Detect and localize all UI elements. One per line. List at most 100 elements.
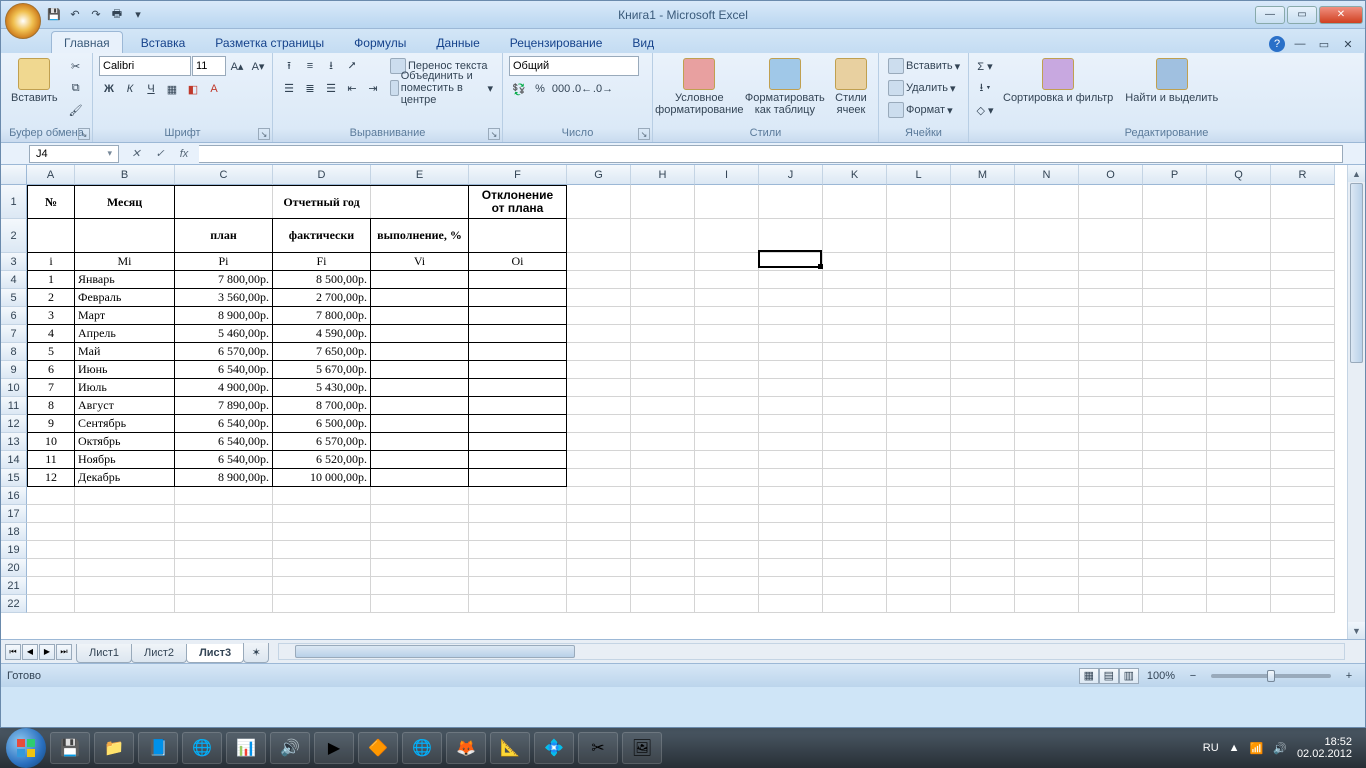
- cell[interactable]: [175, 595, 273, 613]
- cancel-formula-icon[interactable]: ✕: [127, 146, 145, 162]
- scroll-thumb[interactable]: [1350, 183, 1363, 363]
- conditional-formatting-button[interactable]: Условное форматирование: [659, 56, 740, 118]
- row-header[interactable]: 9: [1, 361, 27, 379]
- cell[interactable]: [567, 289, 631, 307]
- cell[interactable]: план: [175, 219, 273, 253]
- sheet-prev-icon[interactable]: ◀: [22, 644, 38, 660]
- cell[interactable]: [1143, 487, 1207, 505]
- insert-cells-button[interactable]: Вставить ▾: [885, 56, 963, 76]
- cell[interactable]: [887, 451, 951, 469]
- cell[interactable]: i: [27, 253, 75, 271]
- cell[interactable]: [175, 577, 273, 595]
- cell[interactable]: [27, 487, 75, 505]
- cell[interactable]: [469, 379, 567, 397]
- row-header[interactable]: 7: [1, 325, 27, 343]
- cell[interactable]: Oi: [469, 253, 567, 271]
- start-button[interactable]: [6, 728, 46, 768]
- cell[interactable]: 12: [27, 469, 75, 487]
- cell[interactable]: 7 890,00р.: [175, 397, 273, 415]
- row-header[interactable]: 6: [1, 307, 27, 325]
- cell[interactable]: [1207, 469, 1271, 487]
- cell[interactable]: [759, 433, 823, 451]
- cell[interactable]: 7 800,00р.: [273, 307, 371, 325]
- format-table-button[interactable]: Форматировать как таблицу: [744, 56, 826, 118]
- cell[interactable]: 5 460,00р.: [175, 325, 273, 343]
- ribbon-restore-icon[interactable]: ▭: [1315, 35, 1333, 53]
- cell[interactable]: [631, 361, 695, 379]
- cell[interactable]: [1207, 577, 1271, 595]
- cell[interactable]: 11: [27, 451, 75, 469]
- cell[interactable]: [1271, 343, 1335, 361]
- row-header[interactable]: 12: [1, 415, 27, 433]
- cell[interactable]: [823, 325, 887, 343]
- cell[interactable]: Октябрь: [75, 433, 175, 451]
- cell[interactable]: [567, 469, 631, 487]
- cell[interactable]: [371, 307, 469, 325]
- cell[interactable]: [1015, 307, 1079, 325]
- cell[interactable]: [759, 397, 823, 415]
- row-header[interactable]: 1: [1, 185, 27, 219]
- vertical-scrollbar[interactable]: ▲ ▼: [1347, 165, 1365, 639]
- cell[interactable]: [1079, 397, 1143, 415]
- cell[interactable]: [1079, 185, 1143, 219]
- tray-flag-icon[interactable]: ▲: [1229, 742, 1240, 754]
- cell[interactable]: [175, 523, 273, 541]
- cell[interactable]: [951, 361, 1015, 379]
- cell[interactable]: [631, 185, 695, 219]
- tray-lang[interactable]: RU: [1203, 742, 1219, 754]
- align-left-icon[interactable]: ☰: [279, 78, 299, 98]
- cell[interactable]: [695, 415, 759, 433]
- cell[interactable]: [951, 379, 1015, 397]
- cell[interactable]: [27, 595, 75, 613]
- number-format-combo[interactable]: [509, 56, 639, 76]
- cell[interactable]: [1079, 379, 1143, 397]
- cell[interactable]: [567, 325, 631, 343]
- cell[interactable]: [887, 577, 951, 595]
- cell[interactable]: [273, 595, 371, 613]
- cell[interactable]: [371, 469, 469, 487]
- cell[interactable]: [371, 397, 469, 415]
- close-button[interactable]: ✕: [1319, 6, 1363, 24]
- zoom-out-icon[interactable]: −: [1183, 666, 1203, 686]
- cell[interactable]: [1143, 415, 1207, 433]
- cell[interactable]: Отклонениеот плана: [469, 185, 567, 219]
- cell[interactable]: [1015, 361, 1079, 379]
- cell[interactable]: [1271, 185, 1335, 219]
- cell[interactable]: [469, 433, 567, 451]
- cell[interactable]: [695, 451, 759, 469]
- cell[interactable]: [469, 361, 567, 379]
- tab-insert[interactable]: Вставка: [129, 32, 198, 53]
- cell[interactable]: [27, 577, 75, 595]
- cell[interactable]: [75, 505, 175, 523]
- cell[interactable]: [1271, 505, 1335, 523]
- cell[interactable]: [1207, 343, 1271, 361]
- cell[interactable]: [371, 271, 469, 289]
- column-header[interactable]: R: [1271, 165, 1335, 185]
- cell[interactable]: [823, 379, 887, 397]
- cell[interactable]: 8 900,00р.: [175, 307, 273, 325]
- cell[interactable]: [1015, 505, 1079, 523]
- delete-cells-button[interactable]: Удалить ▾: [885, 78, 963, 98]
- cell[interactable]: 8 700,00р.: [273, 397, 371, 415]
- cell[interactable]: [75, 577, 175, 595]
- cell[interactable]: [887, 289, 951, 307]
- cell[interactable]: [1271, 289, 1335, 307]
- cell[interactable]: [695, 253, 759, 271]
- cell[interactable]: 8 500,00р.: [273, 271, 371, 289]
- cell[interactable]: [1015, 325, 1079, 343]
- cell[interactable]: [469, 451, 567, 469]
- cell[interactable]: [695, 559, 759, 577]
- taskbar-item[interactable]: 💾: [50, 732, 90, 764]
- cell[interactable]: [631, 559, 695, 577]
- qat-print-icon[interactable]: 🖶: [108, 6, 126, 24]
- align-middle-icon[interactable]: ≡: [300, 56, 320, 76]
- cell[interactable]: №: [27, 185, 75, 219]
- cell[interactable]: [695, 219, 759, 253]
- cell[interactable]: [1207, 271, 1271, 289]
- cell[interactable]: [951, 433, 1015, 451]
- cell[interactable]: [887, 219, 951, 253]
- zoom-level[interactable]: 100%: [1147, 670, 1175, 682]
- cell[interactable]: [951, 415, 1015, 433]
- cell[interactable]: [823, 219, 887, 253]
- cell[interactable]: [887, 595, 951, 613]
